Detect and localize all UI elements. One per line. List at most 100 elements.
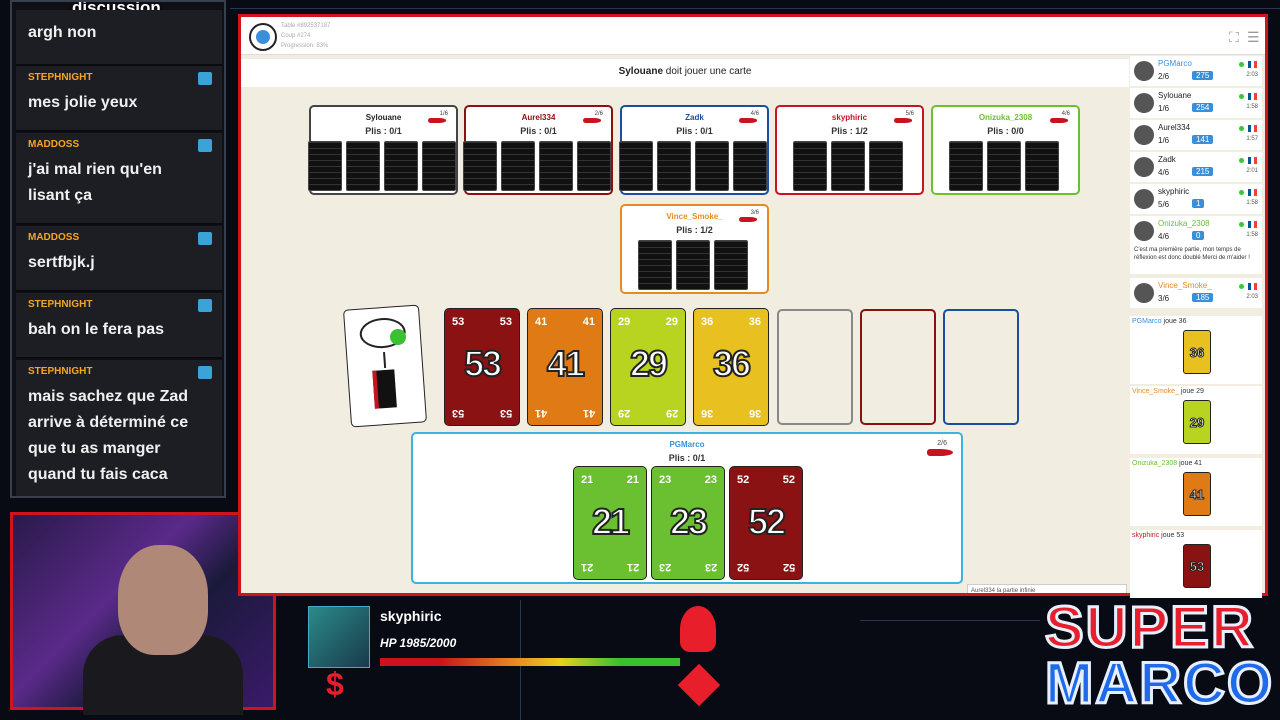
bet-count: 1/6 bbox=[439, 111, 448, 117]
person-icon bbox=[680, 606, 716, 652]
player-row[interactable]: Zadk 4/6 215 2:01 bbox=[1130, 152, 1262, 182]
player-name: PGMarco bbox=[1158, 59, 1192, 68]
card-value: 53 bbox=[452, 316, 465, 328]
chat-action-icon[interactable] bbox=[198, 232, 212, 245]
bet-count: 4/6 bbox=[1061, 111, 1070, 117]
player-score: 1/6 bbox=[1158, 104, 1170, 113]
opponent-plis: Plis : 0/1 bbox=[365, 126, 402, 136]
chat-author: MADDOSS bbox=[28, 139, 80, 150]
log-text: skyphiric joue 53 bbox=[1132, 532, 1184, 539]
card-value: 29 bbox=[629, 342, 669, 385]
player-name: Vince_Smoke_ bbox=[1158, 281, 1212, 290]
player-time: 1:58 bbox=[1246, 104, 1258, 110]
hp-text: HP 1985/2000 bbox=[380, 636, 457, 650]
game-window: Table #892537187 Coup #274 Progression: … bbox=[238, 14, 1268, 596]
bet-count: 5/6 bbox=[905, 111, 914, 117]
table-card: 36 36 36 36 36 bbox=[693, 308, 769, 426]
hand-card[interactable]: 21 21 21 21 21 bbox=[573, 466, 647, 580]
opponent-box: Onizuka_2308 Plis : 0/0 4/6 bbox=[931, 105, 1080, 195]
player-name: Onizuka_2308 bbox=[1158, 219, 1210, 228]
bet-count: 4/6 bbox=[750, 111, 759, 117]
log-player: Onizuka_2308 bbox=[1132, 460, 1178, 467]
player-score: 3/6 bbox=[1158, 294, 1170, 303]
player-name: Aurel334 bbox=[1158, 123, 1191, 132]
card-value: 41 bbox=[582, 316, 595, 328]
player-row[interactable]: Onizuka_2308 4/6 0 1:58 C'est ma première pa… bbox=[1130, 216, 1262, 274]
hand-card[interactable]: 23 23 23 23 23 bbox=[651, 466, 725, 580]
card-value: 41 bbox=[535, 407, 548, 419]
chat-message: argh non bbox=[16, 10, 222, 66]
chat-message: STEPHNIGHT mes jolie yeux bbox=[16, 66, 222, 132]
player-badge: 141 bbox=[1192, 135, 1214, 144]
player-badge: 0 bbox=[1192, 231, 1205, 240]
pepper-icon bbox=[739, 118, 757, 123]
online-dot bbox=[1239, 222, 1244, 227]
card-back bbox=[618, 141, 653, 191]
card-back bbox=[383, 141, 418, 191]
dollar-icon: $ bbox=[326, 666, 344, 702]
chat-action-icon[interactable] bbox=[198, 139, 212, 152]
player-score: 4/6 bbox=[1158, 232, 1170, 241]
opponent-plis: Plis : 1/2 bbox=[831, 126, 868, 136]
table-card: 29 29 29 29 29 bbox=[610, 308, 686, 426]
flag-icon bbox=[1248, 157, 1257, 164]
card-value: 23 bbox=[704, 561, 717, 573]
player-badge: 275 bbox=[1192, 71, 1214, 80]
logo-line-1: SUPER bbox=[1043, 595, 1255, 660]
card-back bbox=[462, 141, 497, 191]
log-entry: PGMarco joue 36 36 bbox=[1130, 316, 1262, 384]
online-dot bbox=[1239, 126, 1244, 131]
player-row[interactable]: Aurel334 1/6 141 1:57 bbox=[1130, 120, 1262, 150]
card-value: 21 bbox=[626, 561, 639, 573]
log-text: Vince_Smoke_ joue 29 bbox=[1132, 388, 1204, 395]
online-dot bbox=[1239, 284, 1244, 289]
player-row[interactable]: Vince_Smoke_ 3/6 185 2:03 bbox=[1130, 278, 1262, 308]
card-back bbox=[948, 141, 983, 191]
card-value: 21 bbox=[626, 474, 639, 486]
log-action: joue 36 bbox=[1161, 318, 1187, 325]
hp-bar bbox=[380, 658, 680, 666]
menu-icon[interactable]: ☰ bbox=[1247, 29, 1260, 46]
chat-action-icon[interactable] bbox=[198, 366, 212, 379]
coup-number: Coup #274 bbox=[281, 33, 311, 39]
status-player: Sylouane bbox=[618, 66, 664, 77]
player-score: 5/6 bbox=[1158, 200, 1170, 209]
card-back bbox=[656, 141, 691, 191]
player-time: 1:58 bbox=[1246, 200, 1258, 206]
player-avatar bbox=[1134, 125, 1154, 145]
card-back bbox=[307, 141, 342, 191]
chat-text: argh non bbox=[28, 24, 97, 41]
hand-card[interactable]: 52 52 52 52 52 bbox=[729, 466, 803, 580]
pepper-icon bbox=[1050, 118, 1068, 123]
chat-message: STEPHNIGHT mais sachez que Zad arrive à d… bbox=[16, 360, 222, 496]
fullscreen-icon[interactable]: ⛶ bbox=[1229, 29, 1239, 46]
chat-action-icon[interactable] bbox=[198, 299, 212, 312]
player-avatar bbox=[1134, 157, 1154, 177]
pepper-icon bbox=[927, 449, 953, 456]
player-row[interactable]: PGMarco 2/6 275 2:03 bbox=[1130, 56, 1262, 86]
card-value: 53 bbox=[452, 407, 465, 419]
bet-count: 3/6 bbox=[750, 210, 759, 216]
player-name: skyphiric bbox=[1158, 187, 1190, 196]
card-back bbox=[576, 141, 611, 191]
game-logo[interactable] bbox=[249, 23, 277, 51]
chat-author: STEPHNIGHT bbox=[28, 366, 93, 377]
special-card[interactable] bbox=[342, 304, 428, 428]
opponent-plis: Plis : 0/1 bbox=[676, 126, 713, 136]
pepper-icon bbox=[428, 118, 446, 123]
card-back bbox=[421, 141, 456, 191]
card-back bbox=[637, 240, 672, 290]
card-back bbox=[792, 141, 827, 191]
chat-text: bah on le fera pas bbox=[28, 321, 165, 338]
player-time: 2:03 bbox=[1246, 294, 1258, 300]
card-back bbox=[538, 141, 573, 191]
card-back bbox=[830, 141, 865, 191]
player-name: Sylouane bbox=[1158, 91, 1192, 100]
card-value: 21 bbox=[591, 500, 631, 543]
opponent-box: skyphiric Plis : 1/2 5/6 bbox=[775, 105, 924, 195]
player-row[interactable]: Sylouane 1/6 254 1:58 bbox=[1130, 88, 1262, 118]
log-entry: Onizuka_2308 joue 41 41 bbox=[1130, 458, 1262, 526]
opponent-box: Aurel334 Plis : 0/1 2/6 bbox=[462, 105, 613, 195]
player-row[interactable]: skyphiric 5/6 1 1:58 bbox=[1130, 184, 1262, 214]
chat-action-icon[interactable] bbox=[198, 72, 212, 85]
